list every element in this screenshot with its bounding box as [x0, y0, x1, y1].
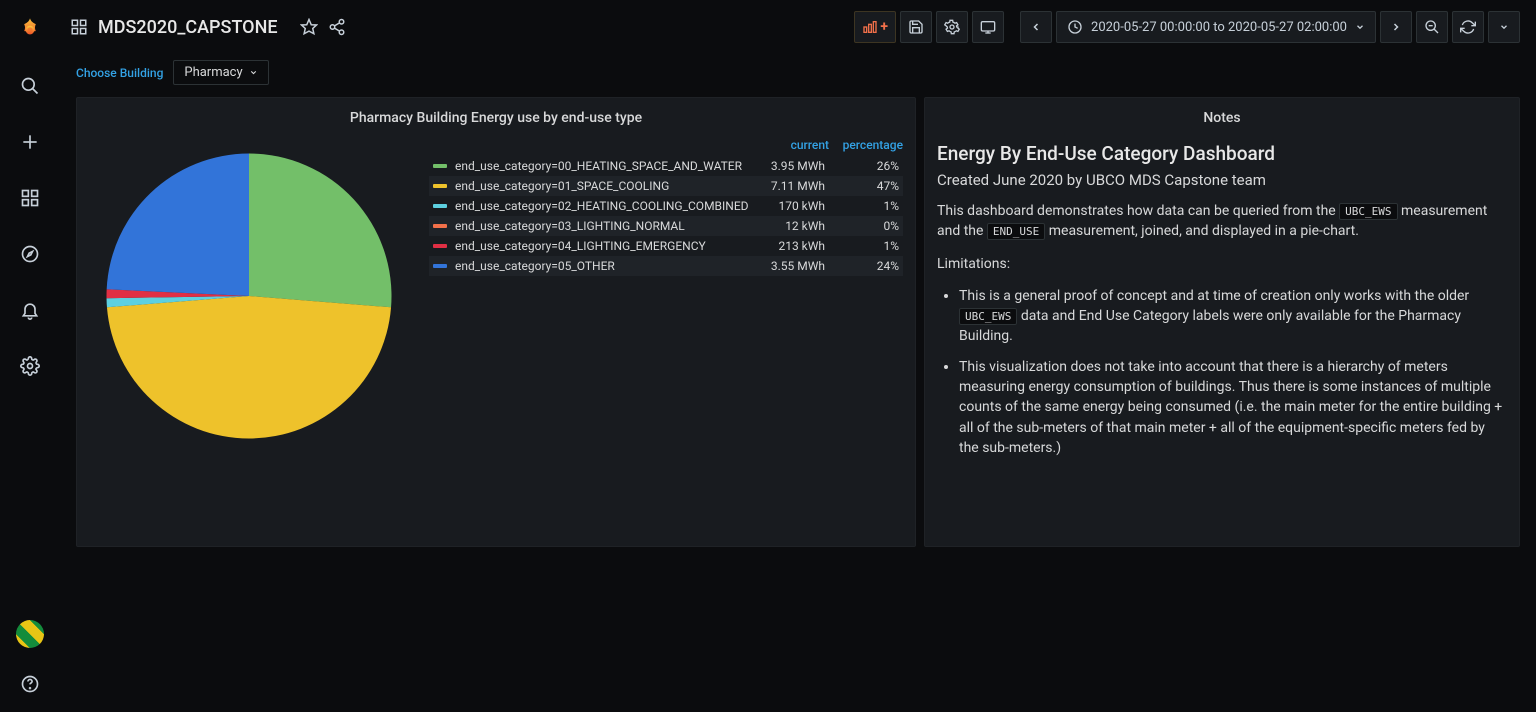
- legend-current: 7.11 MWh: [751, 179, 825, 193]
- legend-name: end_use_category=05_OTHER: [455, 259, 751, 273]
- legend-current: 3.55 MWh: [751, 259, 825, 273]
- pie-chart-panel: Pharmacy Building Energy use by end-use …: [76, 97, 916, 547]
- legend-row[interactable]: end_use_category=02_HEATING_COOLING_COMB…: [429, 196, 903, 216]
- legend-percentage: 1%: [825, 199, 899, 213]
- limitation-item: This is a general proof of concept and a…: [959, 286, 1507, 347]
- time-range-prev-button[interactable]: [1020, 11, 1052, 43]
- explore-icon[interactable]: [10, 234, 50, 274]
- pie-slice[interactable]: [107, 154, 249, 297]
- notes-panel-title: Notes: [937, 106, 1507, 136]
- add-panel-button[interactable]: +: [854, 11, 896, 43]
- legend-percentage: 24%: [825, 259, 899, 273]
- legend-swatch: [433, 164, 447, 168]
- refresh-interval-button[interactable]: [1488, 11, 1520, 43]
- limitations-list: This is a general proof of concept and a…: [937, 286, 1507, 468]
- zoom-out-button[interactable]: [1416, 11, 1448, 43]
- main-area: MDS2020_CAPSTONE + 2020-05-27 00:00:00 t…: [60, 0, 1536, 712]
- pie-chart: [89, 136, 409, 534]
- grafana-logo[interactable]: [10, 10, 50, 50]
- legend-row[interactable]: end_use_category=05_OTHER3.55 MWh24%: [429, 256, 903, 276]
- legend-percentage: 26%: [825, 159, 899, 173]
- legend-swatch: [433, 264, 447, 268]
- legend-name: end_use_category=02_HEATING_COOLING_COMB…: [455, 199, 751, 213]
- legend-percentage: 47%: [825, 179, 899, 193]
- legend-row[interactable]: end_use_category=04_LIGHTING_EMERGENCY21…: [429, 236, 903, 256]
- notes-heading: Energy By End-Use Category Dashboard: [937, 142, 1507, 165]
- settings-icon[interactable]: [10, 346, 50, 386]
- dashboards-icon[interactable]: [10, 178, 50, 218]
- cycle-view-button[interactable]: [972, 11, 1004, 43]
- pie-slice[interactable]: [107, 296, 391, 439]
- variable-bar: Choose Building Pharmacy: [60, 54, 1536, 97]
- time-range-next-button[interactable]: [1380, 11, 1412, 43]
- legend-col-current: current: [755, 138, 829, 152]
- topbar: MDS2020_CAPSTONE + 2020-05-27 00:00:00 t…: [60, 0, 1536, 54]
- legend-swatch: [433, 184, 447, 188]
- code-end-use: END_USE: [987, 223, 1045, 240]
- legend-name: end_use_category=00_HEATING_SPACE_AND_WA…: [455, 159, 751, 173]
- limitations-label: Limitations:: [937, 254, 1507, 274]
- search-icon[interactable]: [10, 66, 50, 106]
- pie-slice[interactable]: [249, 154, 392, 308]
- notes-intro: This dashboard demonstrates how data can…: [937, 201, 1507, 242]
- notes-subheading: Created June 2020 by UBCO MDS Capstone t…: [937, 171, 1507, 189]
- save-button[interactable]: [900, 11, 932, 43]
- legend-name: end_use_category=01_SPACE_COOLING: [455, 179, 751, 193]
- legend-swatch: [433, 224, 447, 228]
- notes-panel: Notes Energy By End-Use Category Dashboa…: [924, 97, 1520, 547]
- legend-name: end_use_category=03_LIGHTING_NORMAL: [455, 219, 751, 233]
- building-select-value: Pharmacy: [184, 65, 242, 80]
- legend-swatch: [433, 244, 447, 248]
- dashboard-settings-button[interactable]: [936, 11, 968, 43]
- building-select[interactable]: Pharmacy: [173, 60, 268, 85]
- legend-col-percentage: percentage: [829, 138, 903, 152]
- legend-current: 3.95 MWh: [751, 159, 825, 173]
- alerting-icon[interactable]: [10, 290, 50, 330]
- refresh-button[interactable]: [1452, 11, 1484, 43]
- time-range-picker[interactable]: 2020-05-27 00:00:00 to 2020-05-27 02:00:…: [1056, 11, 1376, 43]
- legend-row[interactable]: end_use_category=03_LIGHTING_NORMAL12 kW…: [429, 216, 903, 236]
- legend-name: end_use_category=04_LIGHTING_EMERGENCY: [455, 239, 751, 253]
- legend-percentage: 0%: [825, 219, 899, 233]
- pie-panel-title: Pharmacy Building Energy use by end-use …: [89, 106, 903, 136]
- legend-current: 213 kWh: [751, 239, 825, 253]
- plus-icon[interactable]: [10, 122, 50, 162]
- dashboard-title: MDS2020_CAPSTONE: [98, 17, 278, 38]
- legend-row[interactable]: end_use_category=00_HEATING_SPACE_AND_WA…: [429, 156, 903, 176]
- nav-sidebar: [0, 0, 60, 712]
- legend-current: 170 kWh: [751, 199, 825, 213]
- variable-label: Choose Building: [76, 66, 163, 80]
- legend-row[interactable]: end_use_category=01_SPACE_COOLING7.11 MW…: [429, 176, 903, 196]
- dashboard-icon: [70, 18, 88, 36]
- limitation-item: This visualization does not take into ac…: [959, 357, 1507, 458]
- user-avatar[interactable]: [16, 620, 44, 648]
- star-icon[interactable]: [300, 18, 318, 36]
- legend-swatch: [433, 204, 447, 208]
- share-icon[interactable]: [328, 18, 346, 36]
- time-range-text: 2020-05-27 00:00:00 to 2020-05-27 02:00:…: [1091, 20, 1347, 35]
- legend-current: 12 kWh: [751, 219, 825, 233]
- legend-table: current percentage end_use_category=00_H…: [429, 136, 903, 534]
- code-ubc-ews: UBC_EWS: [1339, 203, 1397, 220]
- legend-percentage: 1%: [825, 239, 899, 253]
- help-icon[interactable]: [10, 664, 50, 704]
